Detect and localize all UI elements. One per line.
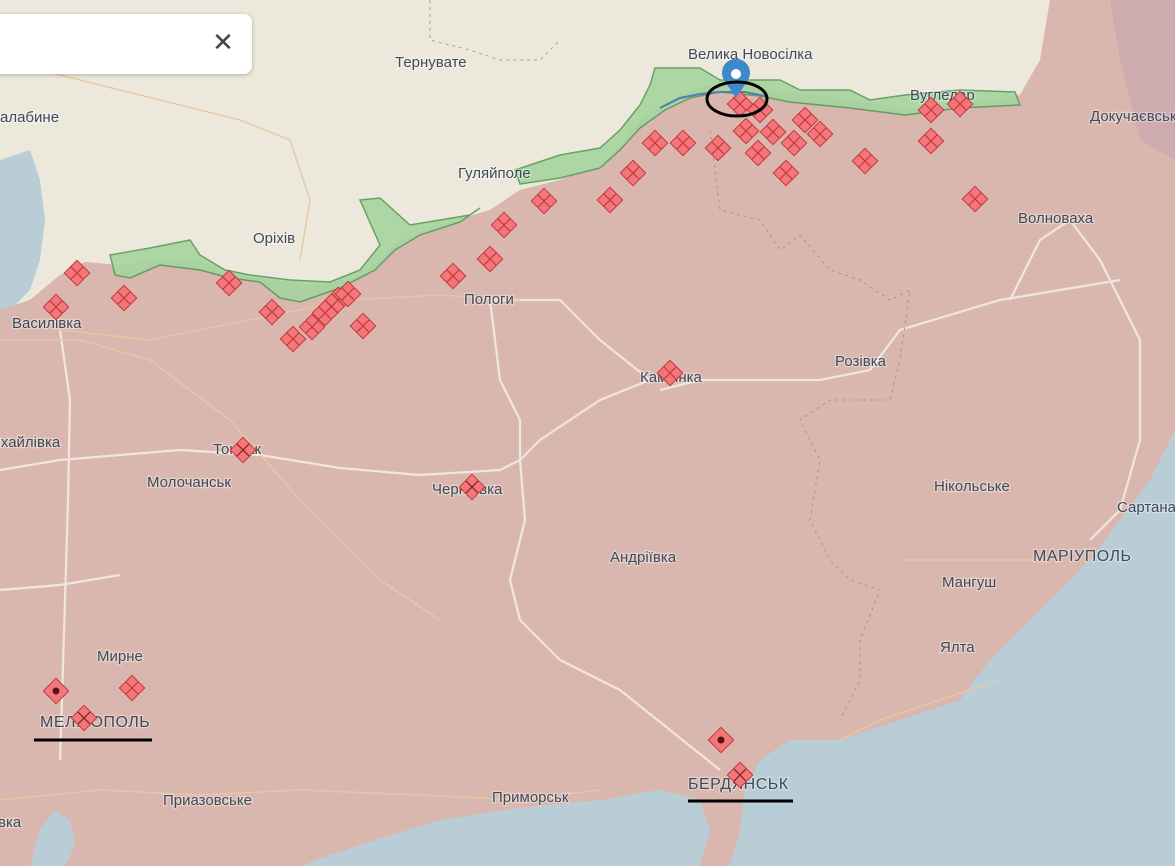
search-panel: ✕ bbox=[0, 14, 252, 74]
label-edge-bottom-left: вка bbox=[0, 814, 22, 831]
search-input[interactable] bbox=[10, 28, 194, 60]
label-nikolske: Нікольське bbox=[934, 478, 1010, 495]
label-andriivka: Андріївка bbox=[610, 549, 677, 566]
label-dokuchaievsk: Докучаєвськ bbox=[1090, 108, 1175, 125]
label-pryazovske: Приазовське bbox=[163, 792, 252, 809]
label-molochansk: Молочанськ bbox=[147, 474, 231, 491]
label-sartana: Сартана bbox=[1117, 499, 1175, 516]
label-rozivka: Розівка bbox=[835, 353, 887, 370]
map-canvas[interactable]: Велика Новосілка Тернувате Вугледар Доку… bbox=[0, 0, 1175, 866]
label-volnovakha: Волноваха bbox=[1018, 210, 1094, 227]
label-yalta: Ялта bbox=[940, 639, 975, 656]
label-huliaipole: Гуляйполе bbox=[458, 165, 531, 182]
label-prymorsk: Приморськ bbox=[492, 789, 569, 806]
close-icon[interactable]: ✕ bbox=[208, 28, 238, 58]
label-orikhiv: Оріхів bbox=[253, 230, 295, 247]
label-polohy: Пологи bbox=[464, 291, 514, 308]
label-manhush: Мангуш bbox=[942, 574, 996, 591]
label-malabyne: алабине bbox=[0, 109, 59, 126]
label-ternuvate: Тернувате bbox=[395, 54, 467, 71]
label-myrne: Мирне bbox=[97, 648, 143, 665]
label-velyka-novosilka: Велика Новосілка bbox=[688, 46, 813, 63]
label-mykhailivka: Михайлівка bbox=[0, 434, 61, 451]
label-mariupol: МАРІУПОЛЬ bbox=[1033, 548, 1132, 565]
label-vasylivka: Василівка bbox=[12, 315, 82, 332]
